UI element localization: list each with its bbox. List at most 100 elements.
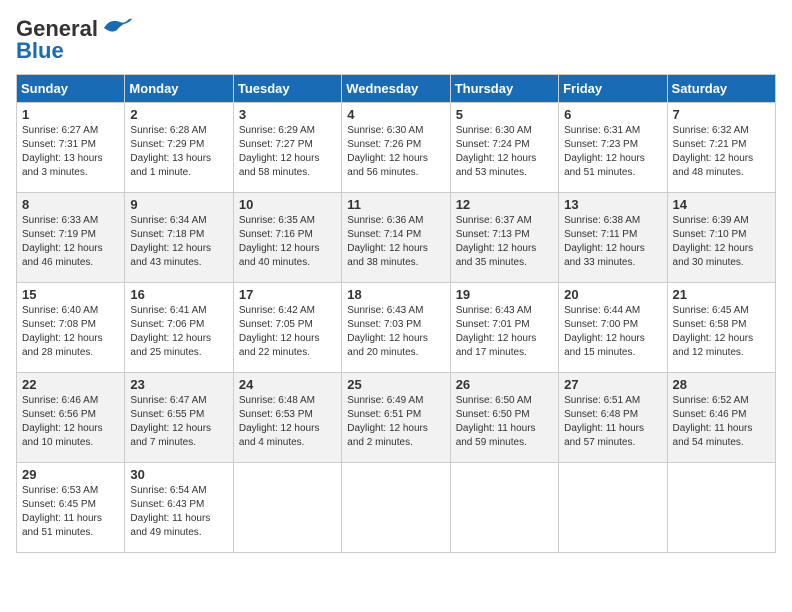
day-header-monday: Monday — [125, 75, 233, 103]
calendar-cell: 2Sunrise: 6:28 AMSunset: 7:29 PMDaylight… — [125, 103, 233, 193]
day-number: 11 — [347, 197, 444, 212]
day-info: Sunrise: 6:43 AMSunset: 7:01 PMDaylight:… — [456, 304, 553, 360]
logo-blue: Blue — [16, 38, 64, 64]
calendar-cell: 30 Sunrise: 6:54 AMSunset: 6:43 PMDayligh… — [125, 463, 233, 553]
logo-bird-icon — [102, 16, 132, 38]
calendar-cell: 5 Sunrise: 6:30 AMSunset: 7:24 PMDaylight… — [450, 103, 558, 193]
calendar-cell: 10 Sunrise: 6:35 AMSunset: 7:16 PMDayligh… — [233, 193, 341, 283]
calendar-week-1: 1 Sunrise: 6:27 AMSunset: 7:31 PMDaylight… — [17, 103, 776, 193]
day-info: Sunrise: 6:30 AMSunset: 7:24 PMDaylight:… — [456, 124, 553, 180]
calendar-week-4: 22 Sunrise: 6:46 AMSunset: 6:56 PMDayligh… — [17, 373, 776, 463]
calendar-cell: 16 Sunrise: 6:41 AMSunset: 7:06 PMDayligh… — [125, 283, 233, 373]
day-number: 5 — [456, 107, 553, 122]
day-info: Sunrise: 6:27 AMSunset: 7:31 PMDaylight:… — [22, 124, 119, 180]
calendar-cell: 11 Sunrise: 6:36 AMSunset: 7:14 PMDayligh… — [342, 193, 450, 283]
calendar-cell — [559, 463, 667, 553]
day-info: Sunrise: 6:47 AMSunset: 6:55 PMDaylight:… — [130, 394, 227, 450]
day-number: 8 — [22, 197, 119, 212]
calendar-cell: 22 Sunrise: 6:46 AMSunset: 6:56 PMDayligh… — [17, 373, 125, 463]
day-info: Sunrise: 6:44 AMSunset: 7:00 PMDaylight:… — [564, 304, 661, 360]
calendar-week-3: 15 Sunrise: 6:40 AMSunset: 7:08 PMDayligh… — [17, 283, 776, 373]
day-info: Sunrise: 6:50 AMSunset: 6:50 PMDaylight:… — [456, 394, 553, 450]
calendar-cell — [233, 463, 341, 553]
day-number: 7 — [673, 107, 770, 122]
day-info: Sunrise: 6:40 AMSunset: 7:08 PMDaylight:… — [22, 304, 119, 360]
day-info: Sunrise: 6:41 AMSunset: 7:06 PMDaylight:… — [130, 304, 227, 360]
day-number: 18 — [347, 287, 444, 302]
day-number: 19 — [456, 287, 553, 302]
day-number: 13 — [564, 197, 661, 212]
logo: General Blue — [16, 16, 132, 64]
day-number: 27 — [564, 377, 661, 392]
calendar-cell: 14 Sunrise: 6:39 AMSunset: 7:10 PMDayligh… — [667, 193, 775, 283]
day-number: 30 — [130, 467, 227, 482]
calendar-cell: 25 Sunrise: 6:49 AMSunset: 6:51 PMDayligh… — [342, 373, 450, 463]
day-number: 20 — [564, 287, 661, 302]
day-info: Sunrise: 6:38 AMSunset: 7:11 PMDaylight:… — [564, 214, 661, 270]
day-info: Sunrise: 6:28 AMSunset: 7:29 PMDaylight:… — [130, 124, 227, 180]
calendar-cell: 15 Sunrise: 6:40 AMSunset: 7:08 PMDayligh… — [17, 283, 125, 373]
day-number: 12 — [456, 197, 553, 212]
day-number: 22 — [22, 377, 119, 392]
calendar-cell: 27Sunrise: 6:51 AMSunset: 6:48 PMDayligh… — [559, 373, 667, 463]
day-info: Sunrise: 6:54 AMSunset: 6:43 PMDaylight:… — [130, 484, 227, 540]
day-info: Sunrise: 6:37 AMSunset: 7:13 PMDaylight:… — [456, 214, 553, 270]
day-header-sunday: Sunday — [17, 75, 125, 103]
calendar-cell — [450, 463, 558, 553]
day-number: 3 — [239, 107, 336, 122]
day-info: Sunrise: 6:39 AMSunset: 7:10 PMDaylight:… — [673, 214, 770, 270]
calendar-cell: 8 Sunrise: 6:33 AMSunset: 7:19 PMDaylight… — [17, 193, 125, 283]
day-number: 21 — [673, 287, 770, 302]
calendar-cell: 7 Sunrise: 6:32 AMSunset: 7:21 PMDaylight… — [667, 103, 775, 193]
day-number: 9 — [130, 197, 227, 212]
calendar-cell: 24 Sunrise: 6:48 AMSunset: 6:53 PMDayligh… — [233, 373, 341, 463]
day-info: Sunrise: 6:36 AMSunset: 7:14 PMDaylight:… — [347, 214, 444, 270]
day-header-wednesday: Wednesday — [342, 75, 450, 103]
day-number: 29 — [22, 467, 119, 482]
calendar-cell: 4Sunrise: 6:30 AMSunset: 7:26 PMDaylight… — [342, 103, 450, 193]
day-number: 10 — [239, 197, 336, 212]
day-info: Sunrise: 6:33 AMSunset: 7:19 PMDaylight:… — [22, 214, 119, 270]
day-number: 14 — [673, 197, 770, 212]
day-number: 25 — [347, 377, 444, 392]
calendar-cell: 20 Sunrise: 6:44 AMSunset: 7:00 PMDayligh… — [559, 283, 667, 373]
calendar-cell: 6Sunrise: 6:31 AMSunset: 7:23 PMDaylight… — [559, 103, 667, 193]
calendar-cell: 1 Sunrise: 6:27 AMSunset: 7:31 PMDaylight… — [17, 103, 125, 193]
day-number: 15 — [22, 287, 119, 302]
calendar-cell: 18 Sunrise: 6:43 AMSunset: 7:03 PMDayligh… — [342, 283, 450, 373]
day-info: Sunrise: 6:46 AMSunset: 6:56 PMDaylight:… — [22, 394, 119, 450]
day-number: 17 — [239, 287, 336, 302]
calendar-week-2: 8 Sunrise: 6:33 AMSunset: 7:19 PMDaylight… — [17, 193, 776, 283]
calendar-table: SundayMondayTuesdayWednesdayThursdayFrid… — [16, 74, 776, 553]
day-number: 24 — [239, 377, 336, 392]
day-info: Sunrise: 6:52 AMSunset: 6:46 PMDaylight:… — [673, 394, 770, 450]
day-info: Sunrise: 6:32 AMSunset: 7:21 PMDaylight:… — [673, 124, 770, 180]
calendar-cell: 19 Sunrise: 6:43 AMSunset: 7:01 PMDayligh… — [450, 283, 558, 373]
day-info: Sunrise: 6:48 AMSunset: 6:53 PMDaylight:… — [239, 394, 336, 450]
day-info: Sunrise: 6:34 AMSunset: 7:18 PMDaylight:… — [130, 214, 227, 270]
calendar-cell: 29 Sunrise: 6:53 AMSunset: 6:45 PMDayligh… — [17, 463, 125, 553]
calendar-cell: 28Sunrise: 6:52 AMSunset: 6:46 PMDayligh… — [667, 373, 775, 463]
day-info: Sunrise: 6:43 AMSunset: 7:03 PMDaylight:… — [347, 304, 444, 360]
day-info: Sunrise: 6:29 AMSunset: 7:27 PMDaylight:… — [239, 124, 336, 180]
calendar-cell — [667, 463, 775, 553]
day-header-thursday: Thursday — [450, 75, 558, 103]
calendar-cell: 21Sunrise: 6:45 AMSunset: 6:58 PMDayligh… — [667, 283, 775, 373]
day-number: 16 — [130, 287, 227, 302]
calendar-week-5: 29 Sunrise: 6:53 AMSunset: 6:45 PMDayligh… — [17, 463, 776, 553]
day-header-saturday: Saturday — [667, 75, 775, 103]
header-row: SundayMondayTuesdayWednesdayThursdayFrid… — [17, 75, 776, 103]
day-number: 6 — [564, 107, 661, 122]
day-number: 4 — [347, 107, 444, 122]
day-info: Sunrise: 6:35 AMSunset: 7:16 PMDaylight:… — [239, 214, 336, 270]
day-info: Sunrise: 6:53 AMSunset: 6:45 PMDaylight:… — [22, 484, 119, 540]
page-header: General Blue — [16, 16, 776, 64]
day-info: Sunrise: 6:49 AMSunset: 6:51 PMDaylight:… — [347, 394, 444, 450]
calendar-cell — [342, 463, 450, 553]
day-number: 23 — [130, 377, 227, 392]
calendar-cell: 23 Sunrise: 6:47 AMSunset: 6:55 PMDayligh… — [125, 373, 233, 463]
calendar-cell: 17Sunrise: 6:42 AMSunset: 7:05 PMDayligh… — [233, 283, 341, 373]
day-number: 1 — [22, 107, 119, 122]
day-header-friday: Friday — [559, 75, 667, 103]
day-header-tuesday: Tuesday — [233, 75, 341, 103]
